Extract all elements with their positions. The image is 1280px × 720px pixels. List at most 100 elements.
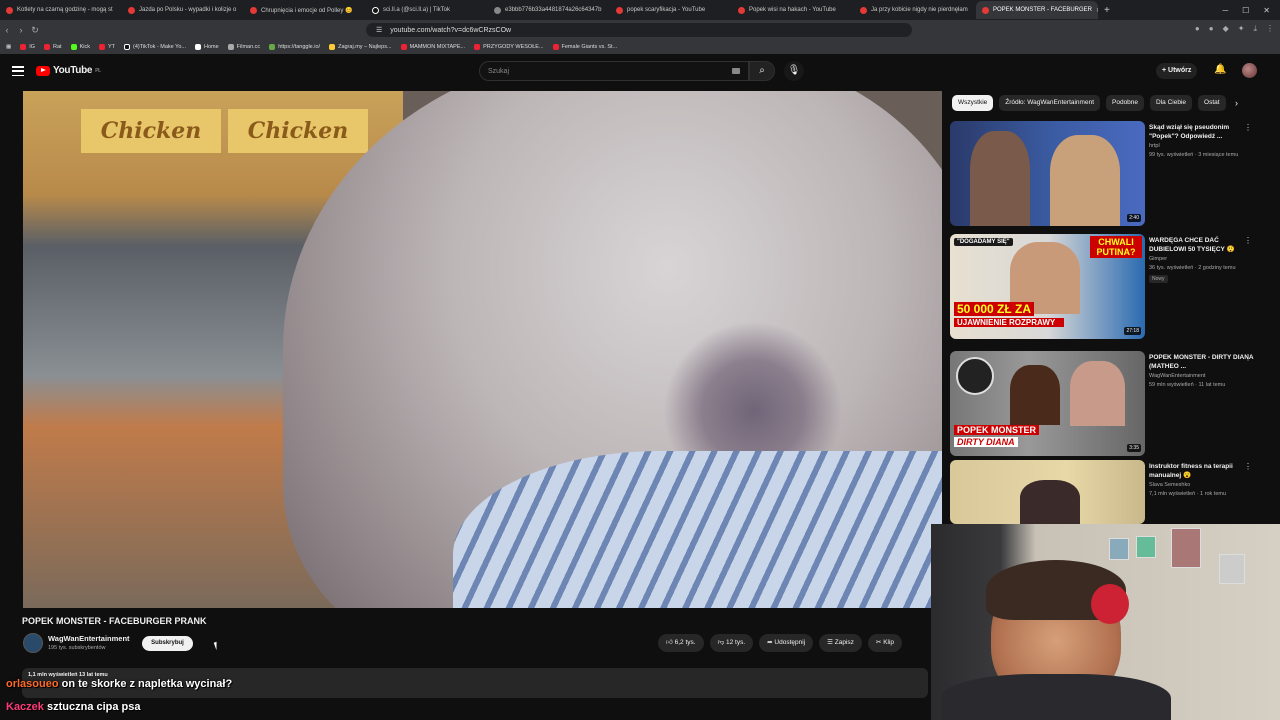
rec-channel[interactable]: Gimper [1149,256,1167,262]
duration-badge: 3:35 [1127,444,1141,452]
bookmark[interactable]: Filman.cc [227,44,260,50]
bookmark-icon [552,44,559,50]
browser-tab[interactable]: Ja przy kobicie nigdy nie pierdnęłam [854,1,976,19]
bookmark-icon [124,44,130,50]
avatar[interactable] [1242,63,1257,78]
recommendation-item[interactable]: Instruktor fitness na terapii manualnej … [950,460,1270,524]
chip-recent[interactable]: Ostat [1198,95,1226,111]
browser-tab[interactable]: sci.ll.a (@sci.ll.a) | TikTok [366,1,488,19]
youtube-favicon-icon [738,6,745,14]
download-icon[interactable]: ⤓ [1253,24,1257,34]
thumbs-up-icon: 👍︎ [666,639,675,646]
rec-title[interactable]: Skąd wziął się pseudonim "Popek"? Odpowi… [1149,123,1254,141]
new-tab-icon[interactable]: + [1098,5,1116,16]
bookmark[interactable]: YT [98,44,115,50]
bookmark[interactable]: (4)TikTok - Make Yo... [124,44,186,50]
reload-icon[interactable]: ↻ [28,25,42,36]
puzzle-icon[interactable]: ✦ [1238,24,1245,34]
more-vert-icon[interactable]: ⋮ [1244,236,1252,245]
like-button[interactable]: 👍︎ 6,2 tys. [658,634,704,652]
clip-button[interactable]: ✂ Klip [867,634,903,652]
tab-label: e3bbb776b33a4481874a26c64347b [505,7,602,13]
rec-channel[interactable]: Slava Semeshko [1149,482,1190,488]
rec-meta: 59 mln wyświetleń · 11 lat temu [1149,382,1226,388]
bookmark-icon [20,44,27,50]
browser-tab[interactable]: e3bbb776b33a4481874a26c64347b [488,1,610,19]
rec-title[interactable]: Instruktor fitness na terapii manualnej … [1149,462,1254,480]
bookmark[interactable]: IG [20,44,35,50]
bookmark[interactable]: PRZYGODY WESOŁE... [474,44,544,50]
notifications-bell-icon[interactable]: 🔔 [1214,64,1226,75]
extension-icon[interactable]: ● [1195,24,1200,34]
thumbnail[interactable]: 2:40 [950,121,1145,226]
thumbnail[interactable] [950,460,1145,524]
chip-for-you[interactable]: Dla Ciebie [1150,95,1193,111]
bookmark[interactable]: Kick [70,44,90,50]
recommendation-item[interactable]: 2:40 Skąd wziął się pseudonim "Popek"? O… [950,121,1270,226]
browser-tab-active[interactable]: POPEK MONSTER - FACEBURGER✕ [976,1,1098,19]
url-field[interactable]: ☰ youtube.com/watch?v=dc6wCRzsCOw [366,23,912,37]
rec-title[interactable]: POPEK MONSTER - DIRTY DIANA (MATHEO ... [1149,353,1254,371]
more-vert-icon[interactable]: ⋮ [1244,353,1252,362]
forward-icon[interactable]: › [14,25,28,35]
minimize-icon[interactable]: ─ [1222,6,1228,15]
save-button[interactable]: ☰ Zapisz [819,634,862,652]
share-button[interactable]: ➦ Udostępnij [759,634,814,652]
thumb-text: CHWALI PUTINA? [1090,236,1142,258]
recommendation-item[interactable]: POPEK MONSTER DIRTY DIANA 3:35 POPEK MON… [950,351,1270,456]
bookmark[interactable]: Female Giants vs. St... [552,44,617,50]
extension-icon[interactable]: ◆ [1223,24,1229,34]
maximize-icon[interactable]: ☐ [1242,6,1249,15]
rec-title[interactable]: WARDĘGA CHCE DAĆ DUBIELOWI 50 TYSIĘCY 😲 [1149,236,1254,254]
bookmark[interactable]: Rat [44,44,62,50]
thumb-text: DIRTY DIANA [954,437,1018,447]
channel-name[interactable]: WagWanEntertainment [48,634,130,643]
chicken-sign: Chicken [228,109,368,153]
chip-similar[interactable]: Podobne [1106,95,1145,111]
extension-icon[interactable]: ● [1209,24,1214,34]
channel-avatar[interactable] [23,633,43,653]
subscribe-button[interactable]: Subskrybuj [142,636,193,651]
chevron-right-icon[interactable]: › [1235,98,1238,108]
thumbnail[interactable]: POPEK MONSTER DIRTY DIANA 3:35 [950,351,1145,456]
site-info-icon[interactable]: ☰ [376,26,382,34]
apps-icon[interactable]: ▦ [6,44,11,50]
browser-tab[interactable]: popek scaryfikacja - YouTube [610,1,732,19]
dislike-button[interactable]: 👎︎ 12 tys. [709,634,754,652]
browser-tab[interactable]: Jazda po Polsku - wypadki i kolizje o [122,1,244,19]
keyboard-icon[interactable] [732,68,740,74]
rec-channel[interactable]: hrtpl [1149,143,1160,149]
search-button[interactable]: ⌕ [749,61,775,81]
rec-channel[interactable]: WagWanEntertainment [1149,373,1205,379]
search-input[interactable]: Szukaj [479,61,749,81]
back-icon[interactable]: ‹ [0,25,14,35]
hamburger-menu-icon[interactable] [12,66,24,76]
browser-tab[interactable]: Popek wisi na hakach - YouTube [732,1,854,19]
browser-tab[interactable]: Kotlety na czarną godzinę - mogą st [0,1,122,19]
youtube-favicon-icon [982,6,989,14]
url-text: youtube.com/watch?v=dc6wCRzsCOw [390,26,512,34]
bookmark[interactable]: https://tanggle.io/ [269,44,320,50]
create-button[interactable]: + Utwórz [1156,63,1198,79]
menu-dots-icon[interactable]: ⋮ [1266,24,1274,34]
video-player[interactable]: Chicken Chicken [23,91,942,608]
recommendation-item[interactable]: "DOGADAMY SIĘ" CHWALI PUTINA? 50 000 ZŁ … [950,234,1270,339]
bookmark[interactable]: Zagraj.my – Najleps... [329,44,392,50]
chip-all[interactable]: Wszystkie [952,95,994,111]
youtube-logo[interactable]: YouTube PL [36,65,101,76]
bookmark[interactable]: Home [194,44,219,50]
close-window-icon[interactable]: ✕ [1263,6,1270,15]
chicken-sign: Chicken [81,109,221,153]
mic-button[interactable]: 🎙 [784,61,804,81]
chip-source[interactable]: Źródło: WagWanEntertainment [999,95,1100,111]
webcam-overlay [931,524,1280,720]
save-icon: ☰ [827,639,835,646]
bookmark[interactable]: MAMMON MIXTAPE... [400,44,465,50]
more-vert-icon[interactable]: ⋮ [1244,123,1252,132]
bookmark-icon [269,44,276,50]
thumbnail[interactable]: "DOGADAMY SIĘ" CHWALI PUTINA? 50 000 ZŁ … [950,234,1145,339]
youtube-favicon-icon [6,6,13,14]
more-vert-icon[interactable]: ⋮ [1244,462,1252,471]
bookmark-icon [474,44,481,50]
browser-tab[interactable]: Chrupnięcia i emocje od Polley 😊 [244,1,366,19]
